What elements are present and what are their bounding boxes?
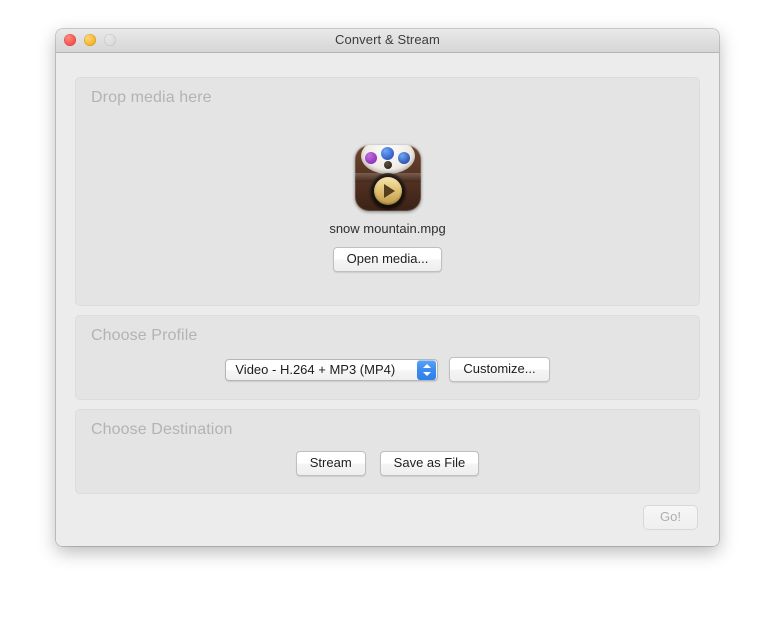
destination-controls-row: Stream Save as File — [76, 451, 699, 476]
profile-select-value: Video - H.264 + MP3 (MP4) — [235, 362, 396, 377]
window-title: Convert & Stream — [335, 32, 440, 47]
reel-hole-blue-left — [380, 147, 394, 160]
media-preview: snow mountain.mpg Open media... — [76, 145, 699, 272]
media-filename: snow mountain.mpg — [329, 221, 446, 236]
choose-profile-panel: Choose Profile Video - H.264 + MP3 (MP4)… — [75, 315, 700, 400]
drop-media-panel[interactable]: Drop media here snow mountain.mpg Open m… — [75, 77, 700, 306]
window-titlebar[interactable]: Convert & Stream — [56, 29, 719, 53]
chevron-up-down-icon[interactable] — [417, 359, 437, 380]
reel-hole-purple — [364, 152, 377, 164]
film-reel-icon — [360, 145, 415, 174]
customize-button[interactable]: Customize... — [449, 357, 550, 382]
footer-actions: Go! — [643, 505, 698, 530]
profile-select[interactable]: Video - H.264 + MP3 (MP4) — [225, 358, 439, 381]
media-file-icon — [354, 145, 421, 211]
open-media-row: Open media... — [76, 247, 699, 272]
stream-button[interactable]: Stream — [295, 451, 366, 476]
profile-controls-row: Video - H.264 + MP3 (MP4) Customize... — [76, 357, 699, 382]
choose-profile-title: Choose Profile — [91, 327, 198, 344]
play-icon — [373, 177, 402, 205]
reel-hole-blue-right — [397, 152, 410, 164]
open-media-button[interactable]: Open media... — [332, 247, 443, 272]
chevron-down-icon — [422, 371, 431, 376]
save-as-file-button[interactable]: Save as File — [379, 451, 480, 476]
choose-destination-panel: Choose Destination Stream Save as File — [75, 409, 700, 494]
go-button[interactable]: Go! — [643, 505, 698, 530]
convert-and-stream-window: Convert & Stream Drop media here snow mo… — [56, 29, 719, 546]
chevron-up-icon — [422, 363, 431, 368]
play-triangle-icon — [383, 184, 395, 198]
window-content: Drop media here snow mountain.mpg Open m… — [56, 53, 719, 546]
reel-hole-center — [383, 161, 392, 169]
drop-media-title: Drop media here — [91, 89, 212, 106]
choose-destination-title: Choose Destination — [91, 421, 233, 438]
